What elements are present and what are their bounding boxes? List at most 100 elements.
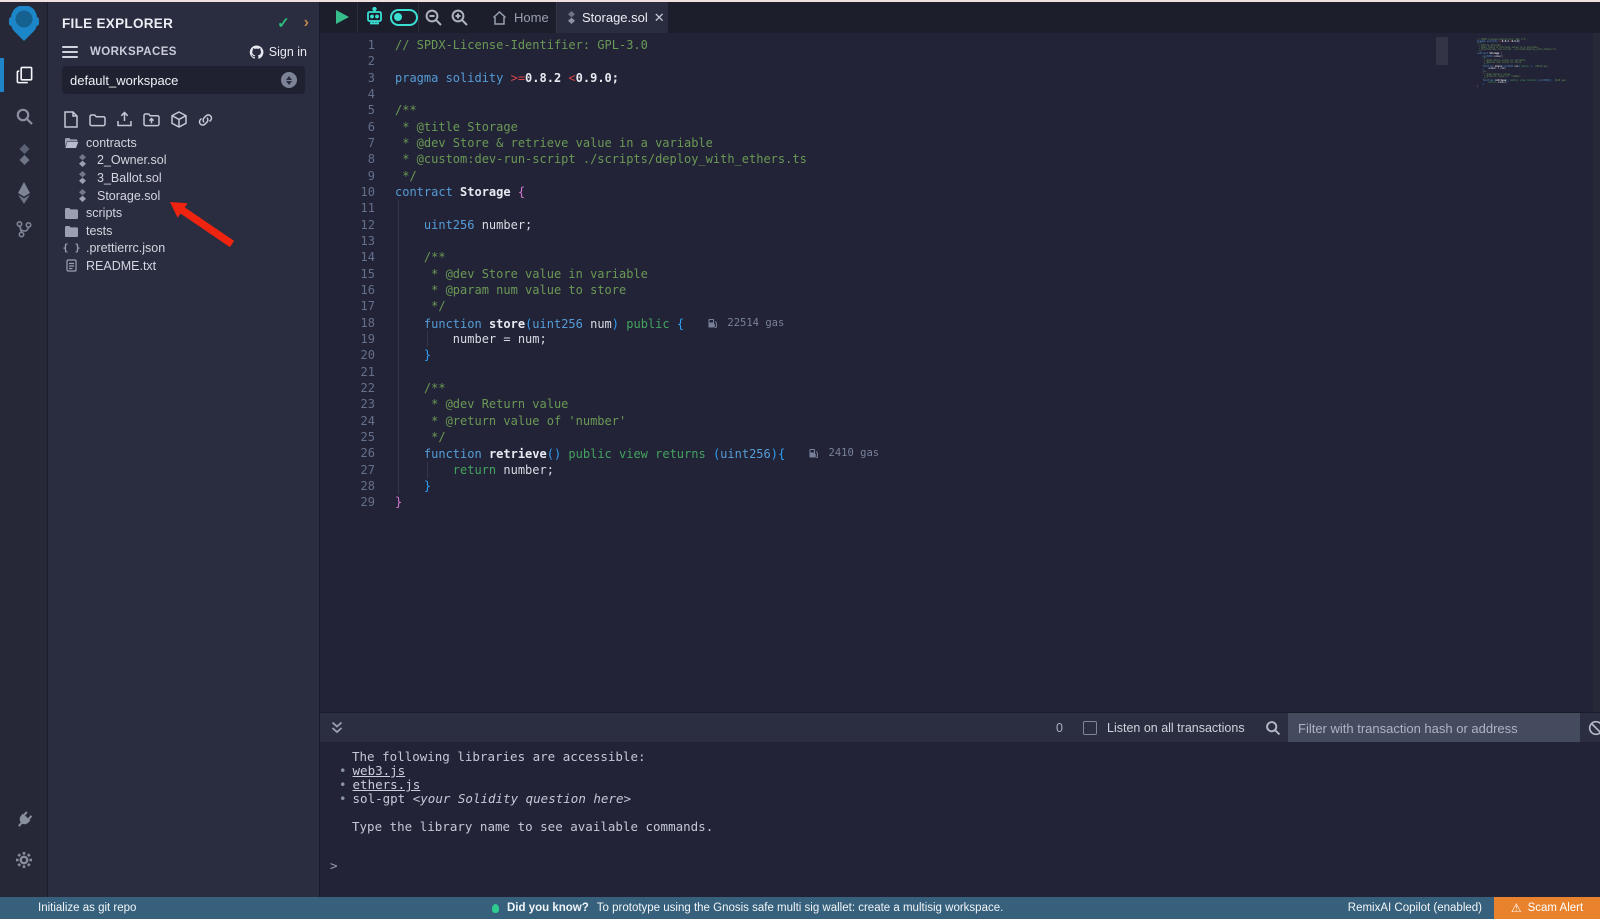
line-number: 21 xyxy=(320,364,375,380)
code-line-11: 11 xyxy=(320,200,1600,216)
link-icon[interactable] xyxy=(197,110,214,129)
new-folder-icon[interactable] xyxy=(89,110,106,129)
terminal-prompt[interactable]: > xyxy=(330,858,338,873)
listen-transactions-checkbox[interactable] xyxy=(1083,721,1097,735)
line-number: 17 xyxy=(320,298,375,314)
file-icon xyxy=(64,259,79,272)
line-number: 23 xyxy=(320,396,375,412)
workspace-select[interactable]: default_workspace xyxy=(62,66,305,94)
git-init-button[interactable]: Initialize as git repo xyxy=(38,902,136,914)
line-number: 14 xyxy=(320,249,375,265)
minimap[interactable]: // SPDX-License-Identifier: GPL-3.0pragm… xyxy=(1477,39,1600,89)
tab-storage-sol[interactable]: Storage.sol ✕ xyxy=(556,2,668,33)
code-line-25: 25 */ xyxy=(320,429,1600,445)
run-script-button[interactable] xyxy=(336,10,349,24)
file-tree-item-prettierrc-json[interactable]: { }.prettierrc.json xyxy=(48,240,319,258)
collapse-terminal-icon[interactable] xyxy=(331,721,343,734)
git-icon[interactable] xyxy=(0,212,48,246)
remix-logo-icon[interactable] xyxy=(7,6,41,42)
file-explorer-toolbar xyxy=(62,110,214,129)
plugin-manager-icon[interactable] xyxy=(0,803,48,837)
json-icon: { } xyxy=(64,243,79,254)
github-icon xyxy=(249,45,264,59)
terminal-line: The following libraries are accessible: xyxy=(330,750,1590,764)
copilot-robot-icon[interactable] xyxy=(364,7,385,28)
warning-icon: ⚠ xyxy=(1511,902,1522,914)
line-number: 16 xyxy=(320,282,375,298)
terminal-toolbar: 0 Listen on all transactions xyxy=(320,712,1600,742)
solidity-compiler-icon[interactable] xyxy=(0,137,48,171)
line-number: 5 xyxy=(320,102,375,118)
close-tab-icon[interactable]: ✕ xyxy=(654,10,665,26)
copilot-toggle[interactable] xyxy=(390,9,418,26)
solidity-icon xyxy=(75,171,90,184)
clear-filter-icon[interactable] xyxy=(1588,720,1600,736)
code-line-9: 9 */ xyxy=(320,168,1600,184)
line-number: 11 xyxy=(320,200,375,216)
chevron-right-icon[interactable]: › xyxy=(304,15,309,31)
line-number: 19 xyxy=(320,331,375,347)
code-line-6: 6 * @title Storage xyxy=(320,119,1600,135)
terminal-line: Type the library name to see available c… xyxy=(330,820,1590,834)
tab-home[interactable]: Home xyxy=(480,2,561,33)
code-editor[interactable]: 1// SPDX-License-Identifier: GPL-3.023pr… xyxy=(320,33,1600,712)
cube-icon[interactable] xyxy=(170,110,187,129)
file-tree-item-3-ballot-sol[interactable]: 3_Ballot.sol xyxy=(48,169,319,187)
line-number: 25 xyxy=(320,429,375,445)
settings-gear-icon[interactable] xyxy=(0,843,48,877)
code-line-8: 8 * @custom:dev-run-script ./scripts/dep… xyxy=(320,151,1600,167)
solidity-icon xyxy=(75,189,90,202)
file-tree: contracts2_Owner.sol3_Ballot.solStorage.… xyxy=(48,134,319,275)
zoom-in-icon[interactable] xyxy=(450,8,469,27)
indent-guide xyxy=(427,462,428,478)
file-tree-item-2-owner-sol[interactable]: 2_Owner.sol xyxy=(48,152,319,170)
solidity-file-icon xyxy=(567,11,576,24)
terminal-search-icon[interactable] xyxy=(1265,720,1281,736)
code-line-15: 15 * @dev Store value in variable xyxy=(320,266,1600,282)
code-line-26: 26 function retrieve() public view retur… xyxy=(320,445,1600,461)
terminal-link-web3-js[interactable]: web3.js xyxy=(353,763,406,778)
listen-transactions-label[interactable]: Listen on all transactions xyxy=(1107,721,1245,735)
line-number: 27 xyxy=(320,462,375,478)
overview-ruler xyxy=(1593,33,1600,712)
terminal-line: •web3.js xyxy=(330,764,1590,778)
file-tree-item-readme-txt[interactable]: README.txt xyxy=(48,257,319,275)
workspaces-menu-icon[interactable] xyxy=(62,46,78,58)
remix-ide-window: FILE EXPLORER ✓ › WORKSPACES Sign in def… xyxy=(0,0,1600,919)
search-icon[interactable] xyxy=(0,99,48,133)
deploy-and-run-icon[interactable] xyxy=(0,176,48,210)
sign-in-button[interactable]: Sign in xyxy=(249,45,307,59)
code-lines: 1// SPDX-License-Identifier: GPL-3.023pr… xyxy=(320,37,1600,511)
transaction-filter-input[interactable] xyxy=(1288,713,1580,743)
panel-title: FILE EXPLORER xyxy=(62,16,173,31)
home-icon xyxy=(492,11,507,25)
code-line-28: 28 } xyxy=(320,478,1600,494)
editor-tabbar: Home Storage.sol ✕ xyxy=(320,2,1600,33)
code-line-2: 2 xyxy=(320,53,1600,69)
upload-file-icon[interactable] xyxy=(116,110,133,129)
code-line-22: 22 /** xyxy=(320,380,1600,396)
file-explorer-icon[interactable] xyxy=(0,58,48,92)
file-tree-item-tests[interactable]: tests xyxy=(48,222,319,240)
code-line-27: 27 return number; xyxy=(320,462,1600,478)
copilot-status[interactable]: RemixAI Copilot (enabled) xyxy=(1348,902,1482,914)
line-number: 26 xyxy=(320,445,375,461)
file-tree-item-scripts[interactable]: scripts xyxy=(48,204,319,222)
file-tree-item-contracts[interactable]: contracts xyxy=(48,134,319,152)
file-tree-item-storage-sol[interactable]: Storage.sol xyxy=(48,187,319,205)
folder-icon xyxy=(64,225,79,237)
terminal-link-ethers-js[interactable]: ethers.js xyxy=(353,777,421,792)
line-number: 2 xyxy=(320,53,375,69)
terminal-line: •sol-gpt <your Solidity question here> xyxy=(330,792,1590,806)
scam-alert-button[interactable]: ⚠ Scam Alert xyxy=(1494,897,1600,919)
status-bar: Initialize as git repo Did you know? To … xyxy=(0,897,1600,919)
scrollbar-slider[interactable] xyxy=(1436,37,1448,65)
workspaces-label: WORKSPACES xyxy=(90,46,177,58)
did-you-know-tip: Did you know? To prototype using the Gno… xyxy=(492,902,1003,914)
new-file-icon[interactable] xyxy=(62,110,79,129)
code-line-7: 7 * @dev Store & retrieve value in a var… xyxy=(320,135,1600,151)
zoom-out-icon[interactable] xyxy=(424,8,443,27)
code-line-19: 19 number = num; xyxy=(320,331,1600,347)
terminal[interactable]: The following libraries are accessible:•… xyxy=(320,742,1600,897)
upload-folder-icon[interactable] xyxy=(143,110,160,129)
